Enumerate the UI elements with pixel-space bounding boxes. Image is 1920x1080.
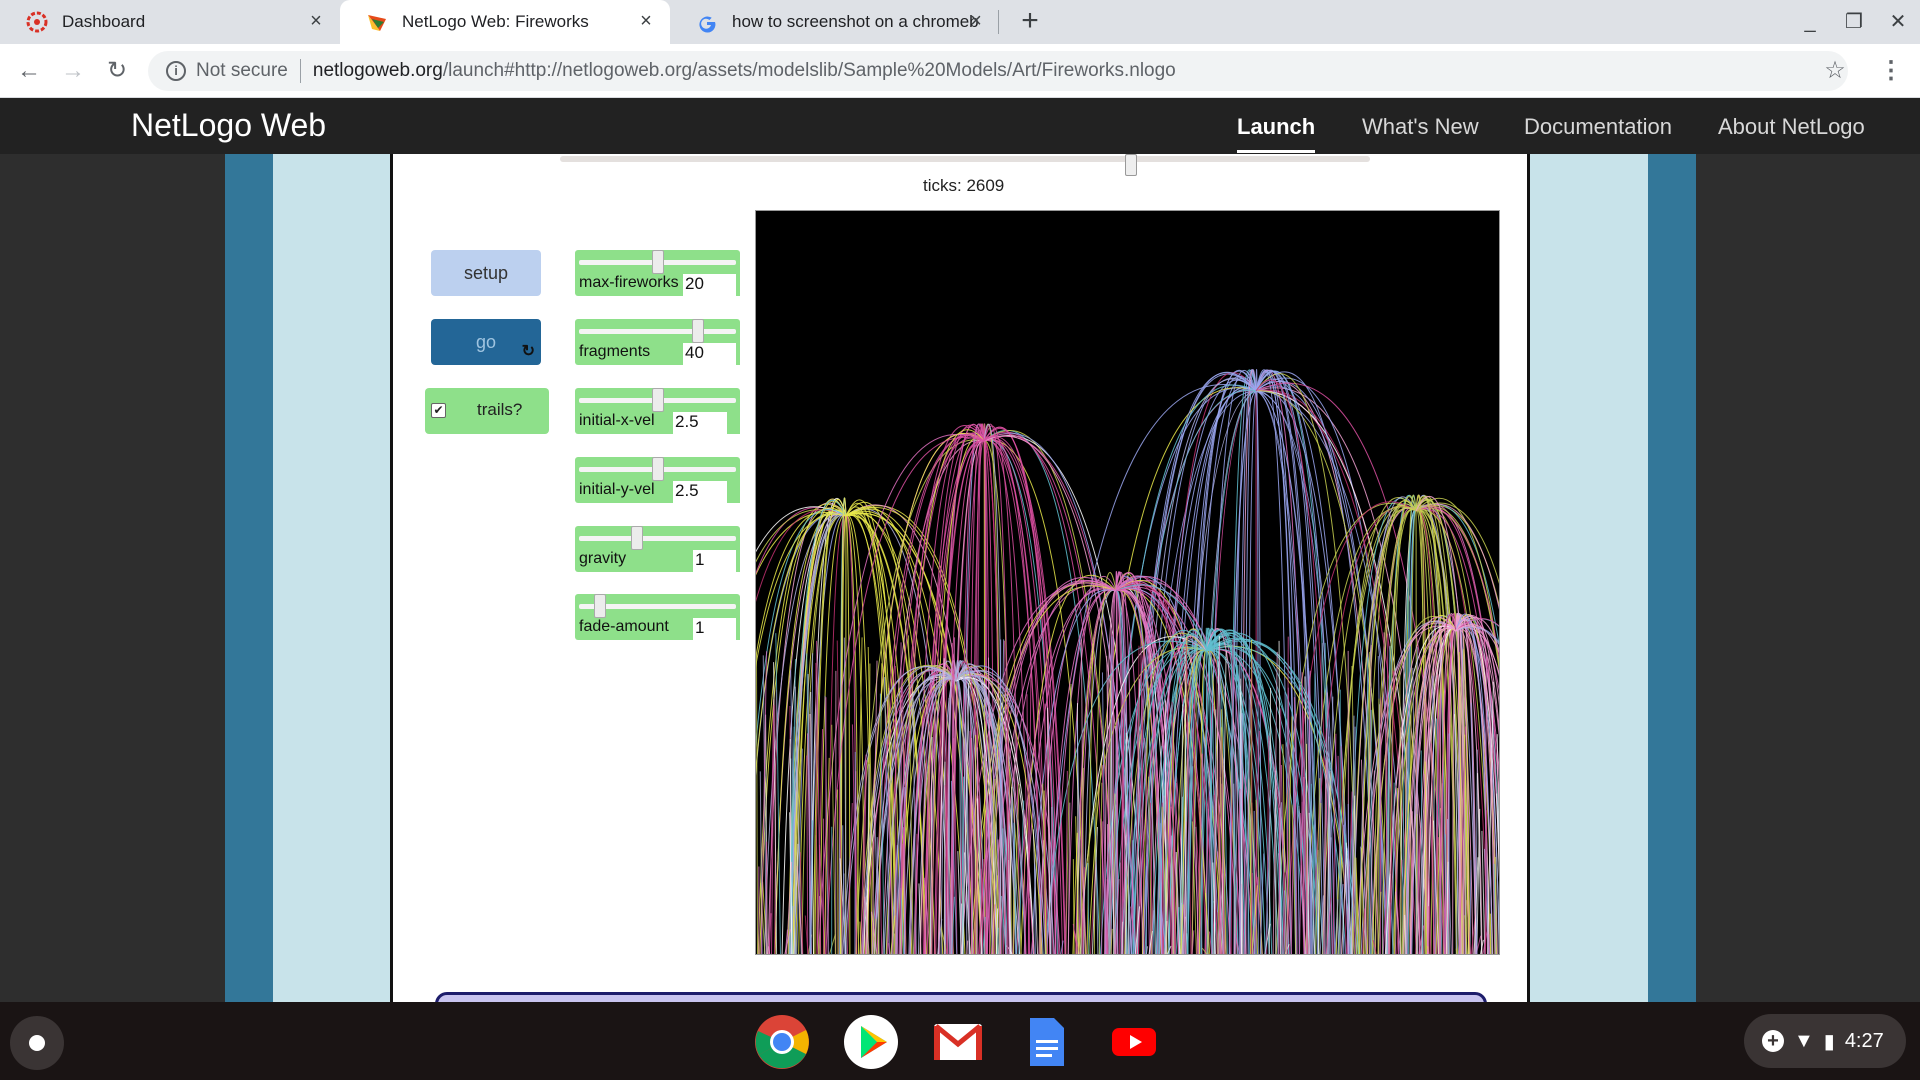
page-stripe xyxy=(1648,154,1696,1002)
slider-edge xyxy=(736,412,740,434)
slider-label: fade-amount xyxy=(579,618,669,635)
slider-edge xyxy=(736,481,740,503)
slider-label: gravity xyxy=(579,550,627,567)
nav-about-netlogo[interactable]: About NetLogo xyxy=(1718,114,1865,140)
setup-button[interactable]: setup xyxy=(431,250,541,296)
nav-documentation[interactable]: Documentation xyxy=(1524,114,1672,140)
address-bar[interactable]: i Not secure netlogoweb.org/launch#http:… xyxy=(148,51,1848,91)
slider-initial-x-vel[interactable]: initial-x-vel 2.5 xyxy=(575,388,740,434)
site-navbar: NetLogo Web Launch What's New Documentat… xyxy=(0,98,1920,154)
slider-fragments[interactable]: fragments 40 xyxy=(575,319,740,365)
slider-label: initial-x-vel xyxy=(579,412,655,429)
minimize-icon[interactable]: _ xyxy=(1796,8,1824,36)
url-path: /launch#http://netlogoweb.org/assets/mod… xyxy=(442,60,1176,81)
slider-label: fragments xyxy=(579,343,651,360)
model-container: ticks: 2609 setup go ↻ ✔ trails? max-fir… xyxy=(390,154,1530,1002)
tab-label: NetLogo Web: Fireworks xyxy=(402,12,589,31)
slider-gravity[interactable]: gravity 1 xyxy=(575,526,747,572)
slider-initial-y-vel[interactable]: initial-y-vel 2.5 xyxy=(575,457,740,503)
tab-label: how to screenshot on a chromeb xyxy=(732,12,979,31)
forever-icon: ↻ xyxy=(521,343,535,360)
url-host: netlogoweb.org xyxy=(312,60,443,81)
youtube-icon[interactable] xyxy=(1106,1014,1162,1070)
gmail-icon[interactable] xyxy=(930,1014,986,1070)
trails-switch[interactable]: ✔ trails? xyxy=(425,388,549,434)
go-button-label: go xyxy=(475,331,497,352)
tab-google-search[interactable]: how to screenshot on a chromeb × xyxy=(670,0,1000,44)
status-tray[interactable]: + ▼ ▮ 4:27 xyxy=(1744,1014,1906,1068)
close-window-icon[interactable]: ✕ xyxy=(1884,8,1912,36)
clock: 4:27 xyxy=(1844,1029,1884,1052)
netlogo-favicon-icon xyxy=(368,15,386,31)
slider-edge xyxy=(736,618,740,640)
page-stripe xyxy=(1530,154,1648,1002)
webpage: NetLogo Web Launch What's New Documentat… xyxy=(0,98,1920,1002)
site-brand[interactable]: NetLogo Web xyxy=(131,107,326,144)
tab-separator xyxy=(998,10,999,34)
tab-netlogo-fireworks[interactable]: NetLogo Web: Fireworks × xyxy=(340,0,670,44)
command-center-bar xyxy=(435,992,1487,1002)
browser-toolbar: ← → ↻ i Not secure netlogoweb.org/launch… xyxy=(0,44,1920,98)
page-stripe xyxy=(273,154,391,1002)
close-tab-icon[interactable]: × xyxy=(966,11,986,31)
slider-thumb[interactable] xyxy=(652,250,664,274)
slider-fade-amount[interactable]: fade-amount 1 xyxy=(575,594,747,640)
divider xyxy=(299,59,301,83)
slider-value[interactable]: 2.5 xyxy=(673,412,727,434)
slider-track[interactable] xyxy=(579,536,736,541)
slider-edge xyxy=(736,343,740,365)
close-tab-icon[interactable]: × xyxy=(636,11,656,31)
chrome-icon[interactable] xyxy=(754,1014,810,1070)
slider-edge xyxy=(736,274,740,296)
slider-max-fireworks[interactable]: max-fireworks 20 xyxy=(575,250,740,296)
docs-icon[interactable] xyxy=(1018,1014,1074,1070)
tab-dashboard[interactable]: Dashboard × xyxy=(0,0,340,44)
fireworks-canvas xyxy=(756,369,1499,954)
slider-value[interactable]: 20 xyxy=(683,274,737,296)
slider-label: initial-y-vel xyxy=(579,481,655,498)
go-button[interactable]: go ↻ xyxy=(431,319,541,365)
slider-thumb[interactable] xyxy=(652,388,664,412)
back-icon[interactable]: ← xyxy=(14,56,44,86)
slider-edge xyxy=(736,550,740,572)
slider-thumb[interactable] xyxy=(652,457,664,481)
dashboard-favicon-icon xyxy=(26,11,48,33)
slider-thumb[interactable] xyxy=(692,319,704,343)
slider-value[interactable]: 40 xyxy=(683,343,737,365)
restore-icon[interactable]: ❐ xyxy=(1840,8,1868,36)
slider-value[interactable]: 2.5 xyxy=(673,481,727,503)
nav-launch[interactable]: Launch xyxy=(1237,114,1316,153)
nav-whats-new[interactable]: What's New xyxy=(1362,114,1479,140)
slider-thumb[interactable] xyxy=(631,526,643,550)
new-tab-button[interactable]: + xyxy=(1016,6,1044,36)
add-icon: + xyxy=(1762,1030,1784,1052)
slider-track[interactable] xyxy=(579,329,736,334)
world-view[interactable] xyxy=(755,210,1500,955)
battery-icon: ▮ xyxy=(1823,1030,1835,1053)
launcher-icon[interactable] xyxy=(10,1016,64,1070)
chromeos-shelf: + ▼ ▮ 4:27 xyxy=(0,1002,1920,1080)
tick-counter: ticks: 2609 xyxy=(923,176,1005,195)
security-label: Not secure xyxy=(196,60,288,81)
more-menu-icon[interactable]: ⋮ xyxy=(1876,56,1906,86)
switch-label: trails? xyxy=(477,400,523,419)
checkbox-checked-icon[interactable]: ✔ xyxy=(431,403,446,418)
wifi-icon: ▼ xyxy=(1794,1029,1814,1052)
slider-thumb[interactable] xyxy=(594,594,606,618)
tab-strip: Dashboard × NetLogo Web: Fireworks × how… xyxy=(0,0,1920,44)
speed-slider[interactable] xyxy=(560,154,1370,176)
forward-icon[interactable]: → xyxy=(58,56,88,86)
bookmark-star-icon[interactable]: ☆ xyxy=(1820,56,1850,86)
close-tab-icon[interactable]: × xyxy=(306,11,326,31)
speed-slider-thumb[interactable] xyxy=(1125,154,1137,176)
slider-label: max-fireworks xyxy=(579,274,679,291)
reload-icon[interactable]: ↻ xyxy=(102,56,132,86)
google-favicon-icon xyxy=(699,16,716,33)
tab-label: Dashboard xyxy=(62,12,146,31)
page-stripe xyxy=(225,154,273,1002)
info-icon[interactable]: i xyxy=(166,61,186,81)
play-store-icon[interactable] xyxy=(843,1014,899,1070)
